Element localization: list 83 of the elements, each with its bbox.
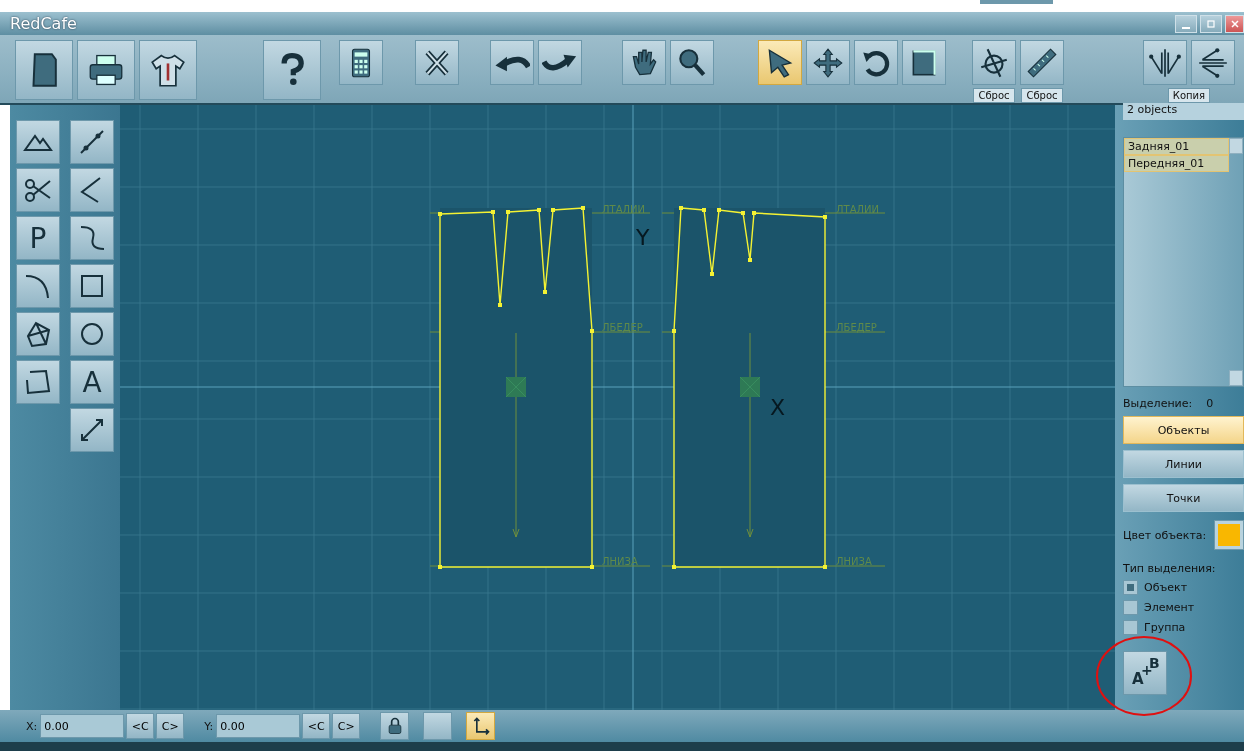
axis-label: Y: [636, 225, 650, 250]
mountain-tool-button[interactable]: [16, 120, 60, 164]
guide-label: ЛНИЗА: [836, 556, 872, 567]
checkbox-label: Группа: [1144, 621, 1186, 634]
mirror-vertical-tool-button[interactable]: [1143, 40, 1187, 85]
checkbox[interactable]: [1123, 620, 1138, 635]
pointer-tool-button[interactable]: [758, 40, 802, 85]
step-back-button[interactable]: <C: [126, 713, 155, 739]
letter-tool-button[interactable]: A: [70, 360, 114, 404]
step-forward-button[interactable]: C>: [156, 713, 185, 739]
angle-tool-button[interactable]: [70, 168, 114, 212]
corner-curve-tool-button[interactable]: [16, 264, 60, 308]
object-list-item[interactable]: Передняя_01: [1124, 155, 1229, 172]
checkbox-label: Объект: [1144, 581, 1188, 594]
open-polygon-tool-button[interactable]: [16, 360, 60, 404]
letter-tool-button[interactable]: P: [16, 216, 60, 260]
guide-label: ЛТАЛИИ: [836, 204, 879, 215]
skirt-pattern-piece[interactable]: [672, 206, 827, 569]
selection-label: Выделение:: [1123, 397, 1193, 410]
skirt-pattern-piece[interactable]: [438, 206, 594, 569]
color-label: Цвет объекта:: [1123, 528, 1207, 542]
redo-tool-button[interactable]: [538, 40, 582, 85]
guide-label: ЛНИЗА: [602, 556, 638, 567]
rotate-tool-button[interactable]: [854, 40, 898, 85]
close-icon: [1229, 18, 1240, 29]
object-count: 2 objects: [1123, 103, 1244, 120]
cross-tool-button[interactable]: [415, 40, 459, 85]
ruler-tool-button[interactable]: [1020, 40, 1064, 85]
coordinate-label: Y:: [204, 719, 214, 733]
close-button[interactable]: [1225, 14, 1244, 33]
mode-tab[interactable]: Объекты: [1123, 416, 1244, 444]
compass-tool-button[interactable]: [972, 40, 1016, 85]
diagonal-arrow-tool-button[interactable]: [70, 408, 114, 452]
merge-button[interactable]: A+B: [1123, 651, 1167, 695]
scrollbar[interactable]: [1229, 138, 1243, 386]
selection-type-label: Тип выделения:: [1123, 562, 1217, 575]
checkbox[interactable]: [1123, 600, 1138, 615]
mode-tab[interactable]: Точки: [1123, 484, 1244, 512]
help-tool-button[interactable]: [263, 40, 321, 100]
s-curve-tool-button[interactable]: [70, 216, 114, 260]
coordinate-field[interactable]: 0.00: [216, 714, 301, 738]
mirror-horizontal-icon: [1196, 45, 1230, 80]
mode-tab[interactable]: Линии: [1123, 450, 1244, 478]
selection-count: 0: [1206, 397, 1214, 410]
redo-icon: [542, 52, 578, 73]
axes-button[interactable]: [466, 712, 496, 740]
calculator-tool-button[interactable]: [339, 40, 383, 85]
maximize-icon: [1206, 18, 1216, 29]
zoom-tool-button[interactable]: [670, 40, 714, 85]
lock-button[interactable]: [380, 712, 410, 740]
color-swatch[interactable]: [1214, 520, 1244, 550]
coordinate-label: X:: [26, 719, 38, 733]
window-title: RedCafe: [10, 14, 77, 33]
undo-tool-button[interactable]: [490, 40, 534, 85]
scissors-tool-button[interactable]: [16, 168, 60, 212]
reset-button[interactable]: Сброс: [973, 88, 1015, 103]
resize-tool-button[interactable]: [902, 40, 946, 85]
printer-tool-button[interactable]: [77, 40, 135, 100]
center-marker-icon: [505, 376, 527, 398]
guide-label: ЛБЕДЕР: [602, 322, 643, 333]
polygon-points-tool-button[interactable]: [16, 312, 60, 356]
move-tool-button[interactable]: [806, 40, 850, 85]
coordinate-field[interactable]: 0.00: [40, 714, 125, 738]
axis-label: X: [770, 395, 786, 420]
guide-label: ЛБЕДЕР: [836, 322, 877, 333]
guide-label: ЛТАЛИИ: [602, 204, 645, 215]
document-tool-button[interactable]: [15, 40, 73, 100]
object-list-item[interactable]: Задняя_01: [1124, 138, 1229, 155]
square-tool-button[interactable]: [70, 264, 114, 308]
checkbox[interactable]: [1123, 580, 1138, 595]
minimize-icon: [1182, 26, 1190, 29]
mirror-horizontal-tool-button[interactable]: [1191, 40, 1235, 85]
step-forward-button[interactable]: C>: [332, 713, 361, 739]
shirt-tool-button[interactable]: [139, 40, 197, 100]
step-back-button[interactable]: <C: [302, 713, 331, 739]
reset-button[interactable]: Сброс: [1021, 88, 1063, 103]
center-marker-icon: [739, 376, 761, 398]
line-points-tool-button[interactable]: [70, 120, 114, 164]
ruler-icon: [1025, 45, 1059, 80]
copy-button[interactable]: Копия: [1167, 88, 1211, 103]
hand-tool-button[interactable]: [622, 40, 666, 85]
circle-tool-button[interactable]: [70, 312, 114, 356]
checkbox-label: Элемент: [1144, 601, 1195, 614]
